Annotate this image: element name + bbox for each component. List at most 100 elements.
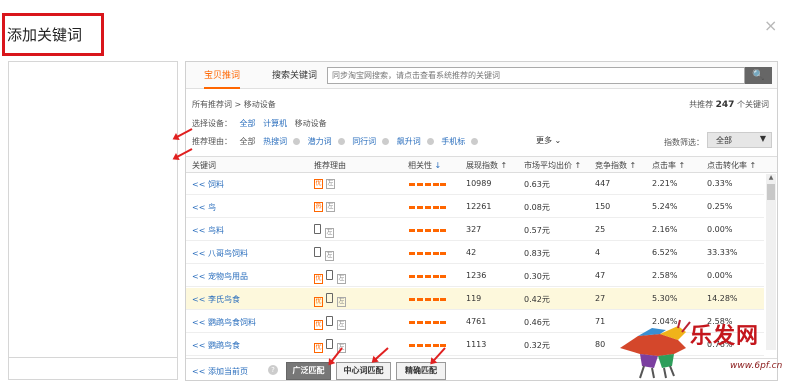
competition-value: 150: [595, 202, 611, 211]
help-icon[interactable]: ?: [268, 365, 278, 375]
reason-tags: 优左: [314, 178, 338, 189]
help-dot-icon: [337, 138, 345, 145]
reason-tag-badge: 左: [325, 251, 334, 261]
scroll-thumb[interactable]: [767, 184, 775, 200]
search-input[interactable]: [327, 67, 745, 84]
reason-label: 推荐理由：: [192, 137, 232, 146]
col-ctr[interactable]: 点击率 ↑: [652, 160, 685, 171]
breadcrumb: 所有推荐词 > 移动设备: [192, 99, 276, 110]
selected-keywords-panel[interactable]: [8, 61, 178, 358]
total-suffix: 个关键词: [737, 100, 769, 109]
phrase-match-button[interactable]: 中心词匹配: [336, 362, 391, 380]
search-icon[interactable]: 🔍: [745, 67, 772, 84]
relevance-bars: [409, 321, 446, 324]
cvr-value: 0.00%: [707, 271, 733, 280]
col-relevance[interactable]: 相关性 ↓: [408, 160, 441, 171]
table-row[interactable]: << 鸟料 327 0.57元 25 2.16% 0.00% 左: [186, 219, 764, 241]
keyword-link[interactable]: << 鸟料: [192, 225, 224, 236]
tab-recommend[interactable]: 宝贝推词: [204, 68, 241, 89]
device-option-mobile[interactable]: 移动设备: [295, 119, 327, 128]
relevance-bars: [409, 344, 446, 347]
watermark-deer-logo: [620, 319, 691, 379]
avg-bid-value: 0.57元: [524, 226, 550, 235]
reason-option-rising[interactable]: 飙升词: [397, 137, 434, 146]
col-avg-bid[interactable]: 市场平均出价 ↑: [524, 160, 581, 171]
impressions-value: 10989: [466, 179, 492, 188]
reason-tag-badge: 优: [314, 179, 323, 189]
table-row[interactable]: << 鸟 12261 0.08元 150 5.24% 0.25% 热左: [186, 196, 764, 218]
reason-tags: 优左: [314, 339, 349, 353]
col-relevance-label: 相关性: [408, 161, 432, 170]
ctr-value: 6.52%: [652, 248, 678, 257]
competition-value: 80: [595, 340, 606, 349]
help-dot-icon: [471, 138, 479, 145]
competition-value: 447: [595, 179, 611, 188]
keyword-link[interactable]: << 李氏鸟食: [192, 294, 240, 305]
scrollbar[interactable]: [766, 174, 776, 350]
impressions-value: 327: [466, 225, 482, 234]
keyword-link[interactable]: << 八哥鸟饲料: [192, 248, 248, 259]
reason-rising-label: 飙升词: [396, 137, 421, 146]
scroll-up-icon[interactable]: ▲: [766, 174, 776, 182]
more-button[interactable]: 更多 ⌄: [536, 135, 561, 146]
keyword-link[interactable]: << 鹦鹉鸟食饲料: [192, 317, 256, 328]
relevance-bars: [409, 252, 446, 255]
dropdown-arrow-icon: ▼: [759, 134, 766, 143]
table-row[interactable]: << 八哥鸟饲料 42 0.83元 4 6.52% 33.33% 左: [186, 242, 764, 264]
sort-icon: ↑: [500, 161, 508, 170]
dialog-title: 添加关键词: [7, 26, 83, 44]
reason-tag-badge: 优: [314, 274, 323, 284]
sort-icon: ↑: [629, 161, 637, 170]
breadcrumb-root[interactable]: 所有推荐词 >: [192, 100, 241, 109]
reason-option-hot[interactable]: 热搜词: [263, 137, 301, 146]
avg-bid-value: 0.30元: [524, 272, 550, 281]
close-icon[interactable]: ×: [764, 16, 777, 35]
help-dot-icon: [382, 138, 390, 145]
left-panel-footer: [8, 358, 178, 380]
avg-bid-value: 0.42元: [524, 295, 550, 304]
reason-option-peer[interactable]: 同行词: [352, 137, 390, 146]
reason-option-mobile[interactable]: 手机标: [441, 137, 479, 146]
add-current-page-link[interactable]: << 添加当前页: [192, 366, 248, 377]
broad-match-button[interactable]: 广泛匹配: [286, 362, 331, 380]
impressions-value: 1236: [466, 271, 487, 280]
col-impressions-label: 展现指数: [466, 161, 498, 170]
reason-tags: 优左: [314, 270, 349, 284]
reason-tags: 优左: [314, 316, 349, 330]
relevance-bars: [409, 275, 446, 278]
table-row[interactable]: << 饲料 10989 0.63元 447 2.21% 0.33% 优左: [186, 173, 764, 195]
mobile-phone-icon: [314, 224, 321, 234]
total-number: 247: [715, 100, 735, 110]
keyword-link[interactable]: << 鹦鹉鸟食: [192, 340, 240, 351]
total-count: 共推荐 247 个关键词: [689, 99, 769, 110]
reason-option-all[interactable]: 全部: [240, 137, 256, 146]
table-row[interactable]: << 李氏鸟食 119 0.42元 27 5.30% 14.28% 优左: [186, 288, 764, 310]
col-cvr[interactable]: 点击转化率 ↑: [707, 160, 756, 171]
device-option-all[interactable]: 全部: [240, 119, 256, 128]
reason-tag-badge: 左: [337, 320, 346, 330]
help-dot-icon: [293, 138, 301, 145]
help-dot-icon: [426, 138, 434, 145]
exact-match-button[interactable]: 精确匹配: [396, 362, 446, 380]
keyword-link[interactable]: << 宠物鸟用品: [192, 271, 248, 282]
keyword-link[interactable]: << 鸟: [192, 202, 216, 213]
avg-bid-value: 0.32元: [524, 341, 550, 350]
col-cvr-label: 点击转化率: [707, 161, 747, 170]
avg-bid-value: 0.08元: [524, 203, 550, 212]
col-impressions[interactable]: 展现指数 ↑: [466, 160, 507, 171]
reason-peer-label: 同行词: [352, 137, 377, 146]
table-header: 关键词 推荐理由 相关性 ↓ 展现指数 ↑ 市场平均出价 ↑ 竞争指数 ↑ 点击…: [186, 156, 777, 173]
competition-value: 4: [595, 248, 601, 257]
reason-potential-label: 潜力词: [307, 137, 332, 146]
index-filter-select[interactable]: 全部 ▼: [707, 132, 772, 148]
keyword-link[interactable]: << 饲料: [192, 179, 224, 190]
reason-hot-label: 热搜词: [263, 137, 288, 146]
tab-search-keywords[interactable]: 搜索关键词: [272, 68, 317, 81]
reason-tag-badge: 左: [325, 228, 334, 238]
col-competition[interactable]: 竞争指数 ↑: [595, 160, 636, 171]
table-row[interactable]: << 宠物鸟用品 1236 0.30元 47 2.58% 0.00% 优左: [186, 265, 764, 287]
cvr-value: 33.33%: [707, 248, 738, 257]
reason-option-potential[interactable]: 潜力词: [308, 137, 345, 146]
device-option-computer[interactable]: 计算机: [263, 119, 287, 128]
reason-tag-badge: 左: [326, 179, 335, 189]
